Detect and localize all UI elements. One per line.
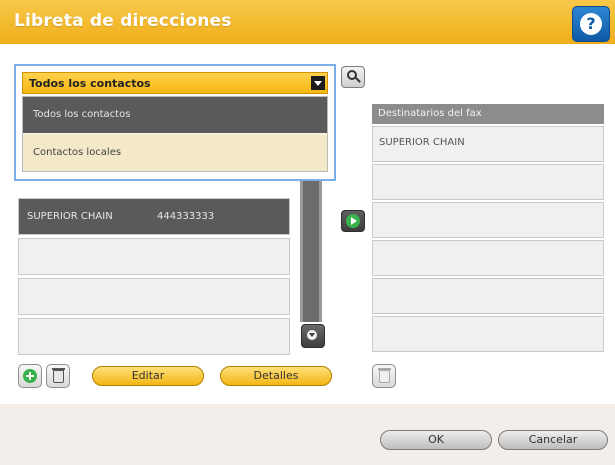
delete-contact-button[interactable]: [46, 364, 70, 388]
fax-recipients-header: Destinatarios del fax: [372, 104, 604, 124]
arrow-right-icon: [346, 214, 360, 228]
trash-icon: [52, 368, 65, 383]
menu-item-label: Contactos locales: [33, 147, 122, 158]
recipient-row[interactable]: SUPERIOR CHAIN: [372, 126, 604, 162]
scroll-down-button[interactable]: [301, 324, 325, 348]
help-icon: ?: [580, 13, 602, 35]
edit-button[interactable]: Editar: [92, 366, 204, 386]
help-button[interactable]: ?: [572, 6, 610, 42]
contact-number: 444333333: [157, 211, 215, 222]
recipient-row[interactable]: [372, 316, 604, 352]
recipient-name: SUPERIOR CHAIN: [379, 137, 465, 148]
selected-filter: Todos los contactos: [29, 77, 151, 90]
chevron-down-icon: [307, 330, 317, 340]
plus-icon: [23, 369, 37, 383]
contact-row[interactable]: SUPERIOR CHAIN 444333333: [18, 198, 290, 235]
filter-menu: Todos los contactos Contactos locales: [22, 96, 328, 172]
delete-recipient-button[interactable]: [372, 364, 396, 388]
ok-button[interactable]: OK: [380, 430, 492, 450]
contact-name: SUPERIOR CHAIN: [27, 211, 113, 222]
fax-recipients-list: Destinatarios del fax SUPERIOR CHAIN: [372, 104, 604, 354]
menu-item-label: Todos los contactos: [33, 109, 131, 120]
menu-item-all-contacts[interactable]: Todos los contactos: [23, 97, 327, 133]
contacts-filter-select[interactable]: Todos los contactos: [22, 72, 328, 94]
menu-item-local-contacts[interactable]: Contactos locales: [23, 135, 327, 171]
contact-row[interactable]: [18, 318, 290, 355]
recipient-row[interactable]: [372, 164, 604, 200]
recipient-row[interactable]: [372, 240, 604, 276]
add-to-recipients-button[interactable]: [341, 210, 365, 232]
address-book-screen: Libreta de direcciones ? SUPERIOR CHAIN …: [0, 0, 615, 465]
dropdown-arrow-icon[interactable]: [311, 76, 325, 90]
details-button[interactable]: Detalles: [220, 366, 332, 386]
contact-row[interactable]: [18, 278, 290, 315]
contacts-filter-dropdown: Todos los contactos Todos los contactos …: [14, 64, 336, 181]
cancel-button[interactable]: Cancelar: [498, 430, 608, 450]
page-title: Libreta de direcciones: [14, 11, 232, 31]
recipient-row[interactable]: [372, 202, 604, 238]
contact-row[interactable]: [18, 238, 290, 275]
search-icon-handle: [355, 77, 361, 83]
fax-recipients-title: Destinatarios del fax: [378, 108, 482, 119]
search-button[interactable]: [341, 66, 365, 88]
recipient-row[interactable]: [372, 278, 604, 314]
add-contact-button[interactable]: [18, 364, 42, 388]
trash-icon: [378, 368, 391, 383]
title-bar: Libreta de direcciones ?: [0, 0, 615, 44]
